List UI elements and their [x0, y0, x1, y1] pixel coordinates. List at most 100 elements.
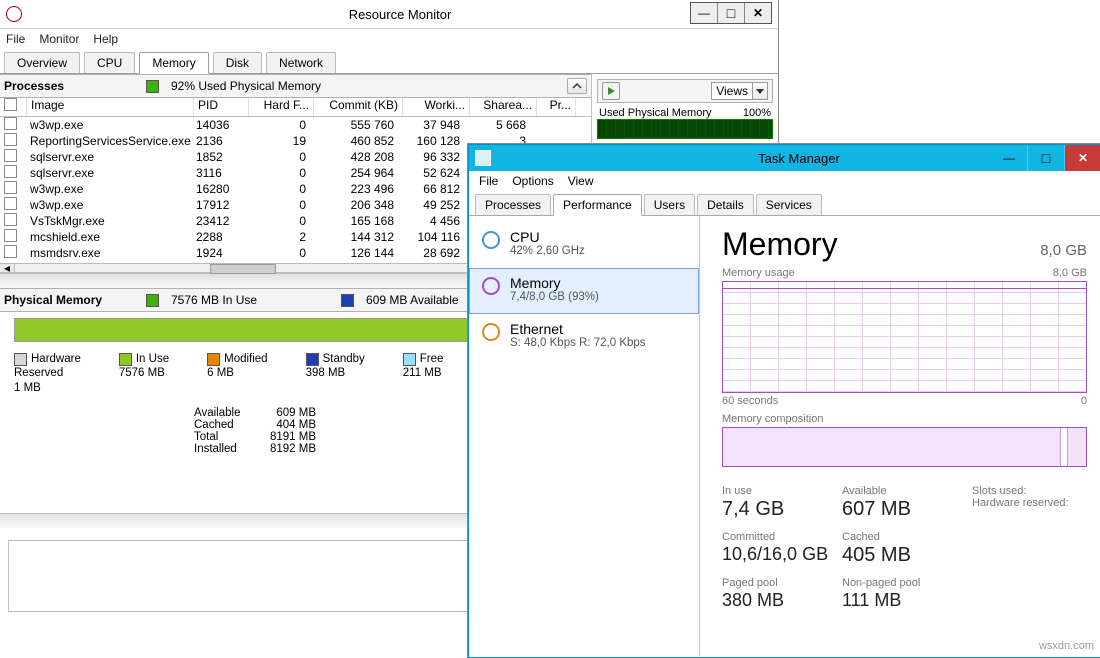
tab-performance[interactable]: Performance	[553, 194, 642, 216]
side-chart-label: Used Physical Memory	[599, 107, 711, 119]
tm-titlebar[interactable]: Task Manager — □ ✕	[469, 145, 1100, 171]
tab-services[interactable]: Services	[756, 194, 822, 215]
watermark: wsxdn.com	[1039, 640, 1094, 652]
mem-usage-legend-text: 92% Used Physical Memory	[171, 79, 321, 93]
rm-titlebar[interactable]: Resource Monitor — □ ✕	[0, 0, 778, 29]
tab-users[interactable]: Users	[644, 194, 695, 215]
row-checkbox[interactable]	[4, 149, 17, 162]
col-hardfaults[interactable]: Hard F...	[249, 98, 314, 116]
inuse-text: 7576 MB In Use	[171, 293, 257, 307]
tm-app-icon	[475, 150, 491, 166]
stat-inuse-label: In use	[722, 485, 842, 497]
memory-total: 8,0 GB	[1040, 242, 1087, 259]
process-table-header[interactable]: Image PID Hard F... Commit (KB) Worki...…	[0, 98, 591, 117]
col-commit[interactable]: Commit (KB)	[314, 98, 403, 116]
rm-app-icon	[6, 6, 22, 22]
legend-item: Modified6 MB	[207, 352, 267, 395]
tm-tabs: Processes Performance Users Details Serv…	[469, 191, 1100, 216]
stat-available-label: Available	[842, 485, 972, 497]
chart-xmax: 0	[1081, 395, 1087, 407]
row-checkbox[interactable]	[4, 117, 17, 130]
stat-pagedpool-value: 380 MB	[722, 590, 842, 611]
scroll-thumb[interactable]	[210, 264, 276, 274]
stat-inuse-value: 7,4 GB	[722, 498, 842, 521]
col-working[interactable]: Worki...	[403, 98, 470, 116]
minimize-button[interactable]: —	[691, 3, 717, 23]
legend-item: Standby398 MB	[306, 352, 365, 395]
tab-memory[interactable]: Memory	[139, 52, 208, 74]
tab-processes[interactable]: Processes	[475, 194, 551, 215]
close-button[interactable]: ✕	[744, 3, 771, 23]
side-chart	[597, 119, 773, 139]
maximize-button[interactable]: □	[717, 3, 744, 23]
stat-available-value: 607 MB	[842, 498, 972, 521]
menu-help[interactable]: Help	[93, 32, 118, 46]
tm-nav: CPU 42% 2,60 GHz Memory 7,4/8,0 GB (93%)…	[469, 216, 700, 656]
row-checkbox[interactable]	[4, 181, 17, 194]
col-private[interactable]: Pr...	[537, 98, 576, 116]
memory-usage-chart	[722, 281, 1087, 393]
views-dropdown-icon[interactable]	[753, 82, 768, 100]
stat-slots-label: Slots used:	[972, 485, 1100, 497]
stat-committed-label: Committed	[722, 531, 842, 543]
col-pid[interactable]: PID	[194, 98, 249, 116]
tm-menubar: File Options View	[469, 171, 1100, 191]
rm-title: Resource Monitor	[22, 7, 778, 22]
col-image[interactable]: Image	[27, 98, 194, 116]
row-checkbox[interactable]	[4, 213, 17, 226]
memory-stats-grid: In use 7,4 GB Available 607 MB Slots use…	[722, 485, 1087, 611]
menu-options[interactable]: Options	[512, 174, 553, 188]
views-button[interactable]: Views	[711, 82, 753, 100]
tab-overview[interactable]: Overview	[4, 52, 80, 73]
stat-cached-value: 405 MB	[842, 544, 972, 567]
play-icon[interactable]	[602, 82, 620, 100]
stat-committed-value: 10,6/16,0 GB	[722, 544, 842, 565]
mem-usage-legend-swatch	[146, 80, 159, 93]
chart-xmin: 60 seconds	[722, 395, 778, 407]
side-chart-right: 100%	[743, 107, 771, 119]
row-checkbox[interactable]	[4, 197, 17, 210]
memory-heading: Memory	[722, 226, 838, 263]
tab-disk[interactable]: Disk	[213, 52, 262, 73]
tab-details[interactable]: Details	[697, 194, 754, 215]
menu-file[interactable]: File	[6, 32, 25, 46]
row-checkbox[interactable]	[4, 165, 17, 178]
maximize-button[interactable]: □	[1027, 145, 1064, 171]
menu-file[interactable]: File	[479, 174, 498, 188]
scroll-left-icon[interactable]: ◂	[0, 264, 15, 272]
nav-cpu-sub: 42% 2,60 GHz	[510, 245, 585, 257]
cpu-ring-icon	[482, 231, 500, 249]
memory-usage-label: Memory usage	[722, 267, 795, 279]
nav-ethernet-title: Ethernet	[510, 321, 646, 337]
tm-main-panel: Memory 8,0 GB Memory usage 8,0 GB 60 sec…	[700, 216, 1100, 656]
memory-ring-icon	[482, 277, 500, 295]
nav-cpu-title: CPU	[510, 229, 585, 245]
chevron-up-icon[interactable]	[567, 78, 587, 94]
table-row[interactable]: w3wp.exe140360555 76037 9485 668	[0, 117, 591, 133]
nav-ethernet[interactable]: Ethernet S: 48,0 Kbps R: 72,0 Kbps	[469, 314, 699, 360]
rm-menubar: File Monitor Help	[0, 29, 778, 49]
memory-usage-max: 8,0 GB	[1053, 267, 1087, 279]
ethernet-ring-icon	[482, 323, 500, 341]
nav-memory[interactable]: Memory 7,4/8,0 GB (93%)	[469, 268, 699, 314]
processes-section-header[interactable]: Processes 92% Used Physical Memory	[0, 74, 591, 98]
row-checkbox[interactable]	[4, 229, 17, 242]
nav-memory-title: Memory	[510, 275, 599, 291]
col-shareable[interactable]: Sharea...	[470, 98, 537, 116]
minimize-button[interactable]: —	[991, 145, 1027, 171]
nav-cpu[interactable]: CPU 42% 2,60 GHz	[469, 222, 699, 268]
row-checkbox[interactable]	[4, 245, 17, 258]
select-all-checkbox[interactable]	[4, 98, 17, 111]
tab-network[interactable]: Network	[266, 52, 336, 73]
row-checkbox[interactable]	[4, 133, 17, 146]
nav-ethernet-sub: S: 48,0 Kbps R: 72,0 Kbps	[510, 337, 646, 349]
available-text: 609 MB Available	[366, 293, 459, 307]
nav-memory-sub: 7,4/8,0 GB (93%)	[510, 291, 599, 303]
close-button[interactable]: ✕	[1064, 145, 1100, 171]
legend-item: HardwareReserved1 MB	[14, 352, 81, 395]
menu-monitor[interactable]: Monitor	[39, 32, 79, 46]
menu-view[interactable]: View	[568, 174, 594, 188]
tab-cpu[interactable]: CPU	[84, 52, 135, 73]
inuse-swatch	[146, 294, 159, 307]
physical-memory-title: Physical Memory	[4, 293, 134, 307]
